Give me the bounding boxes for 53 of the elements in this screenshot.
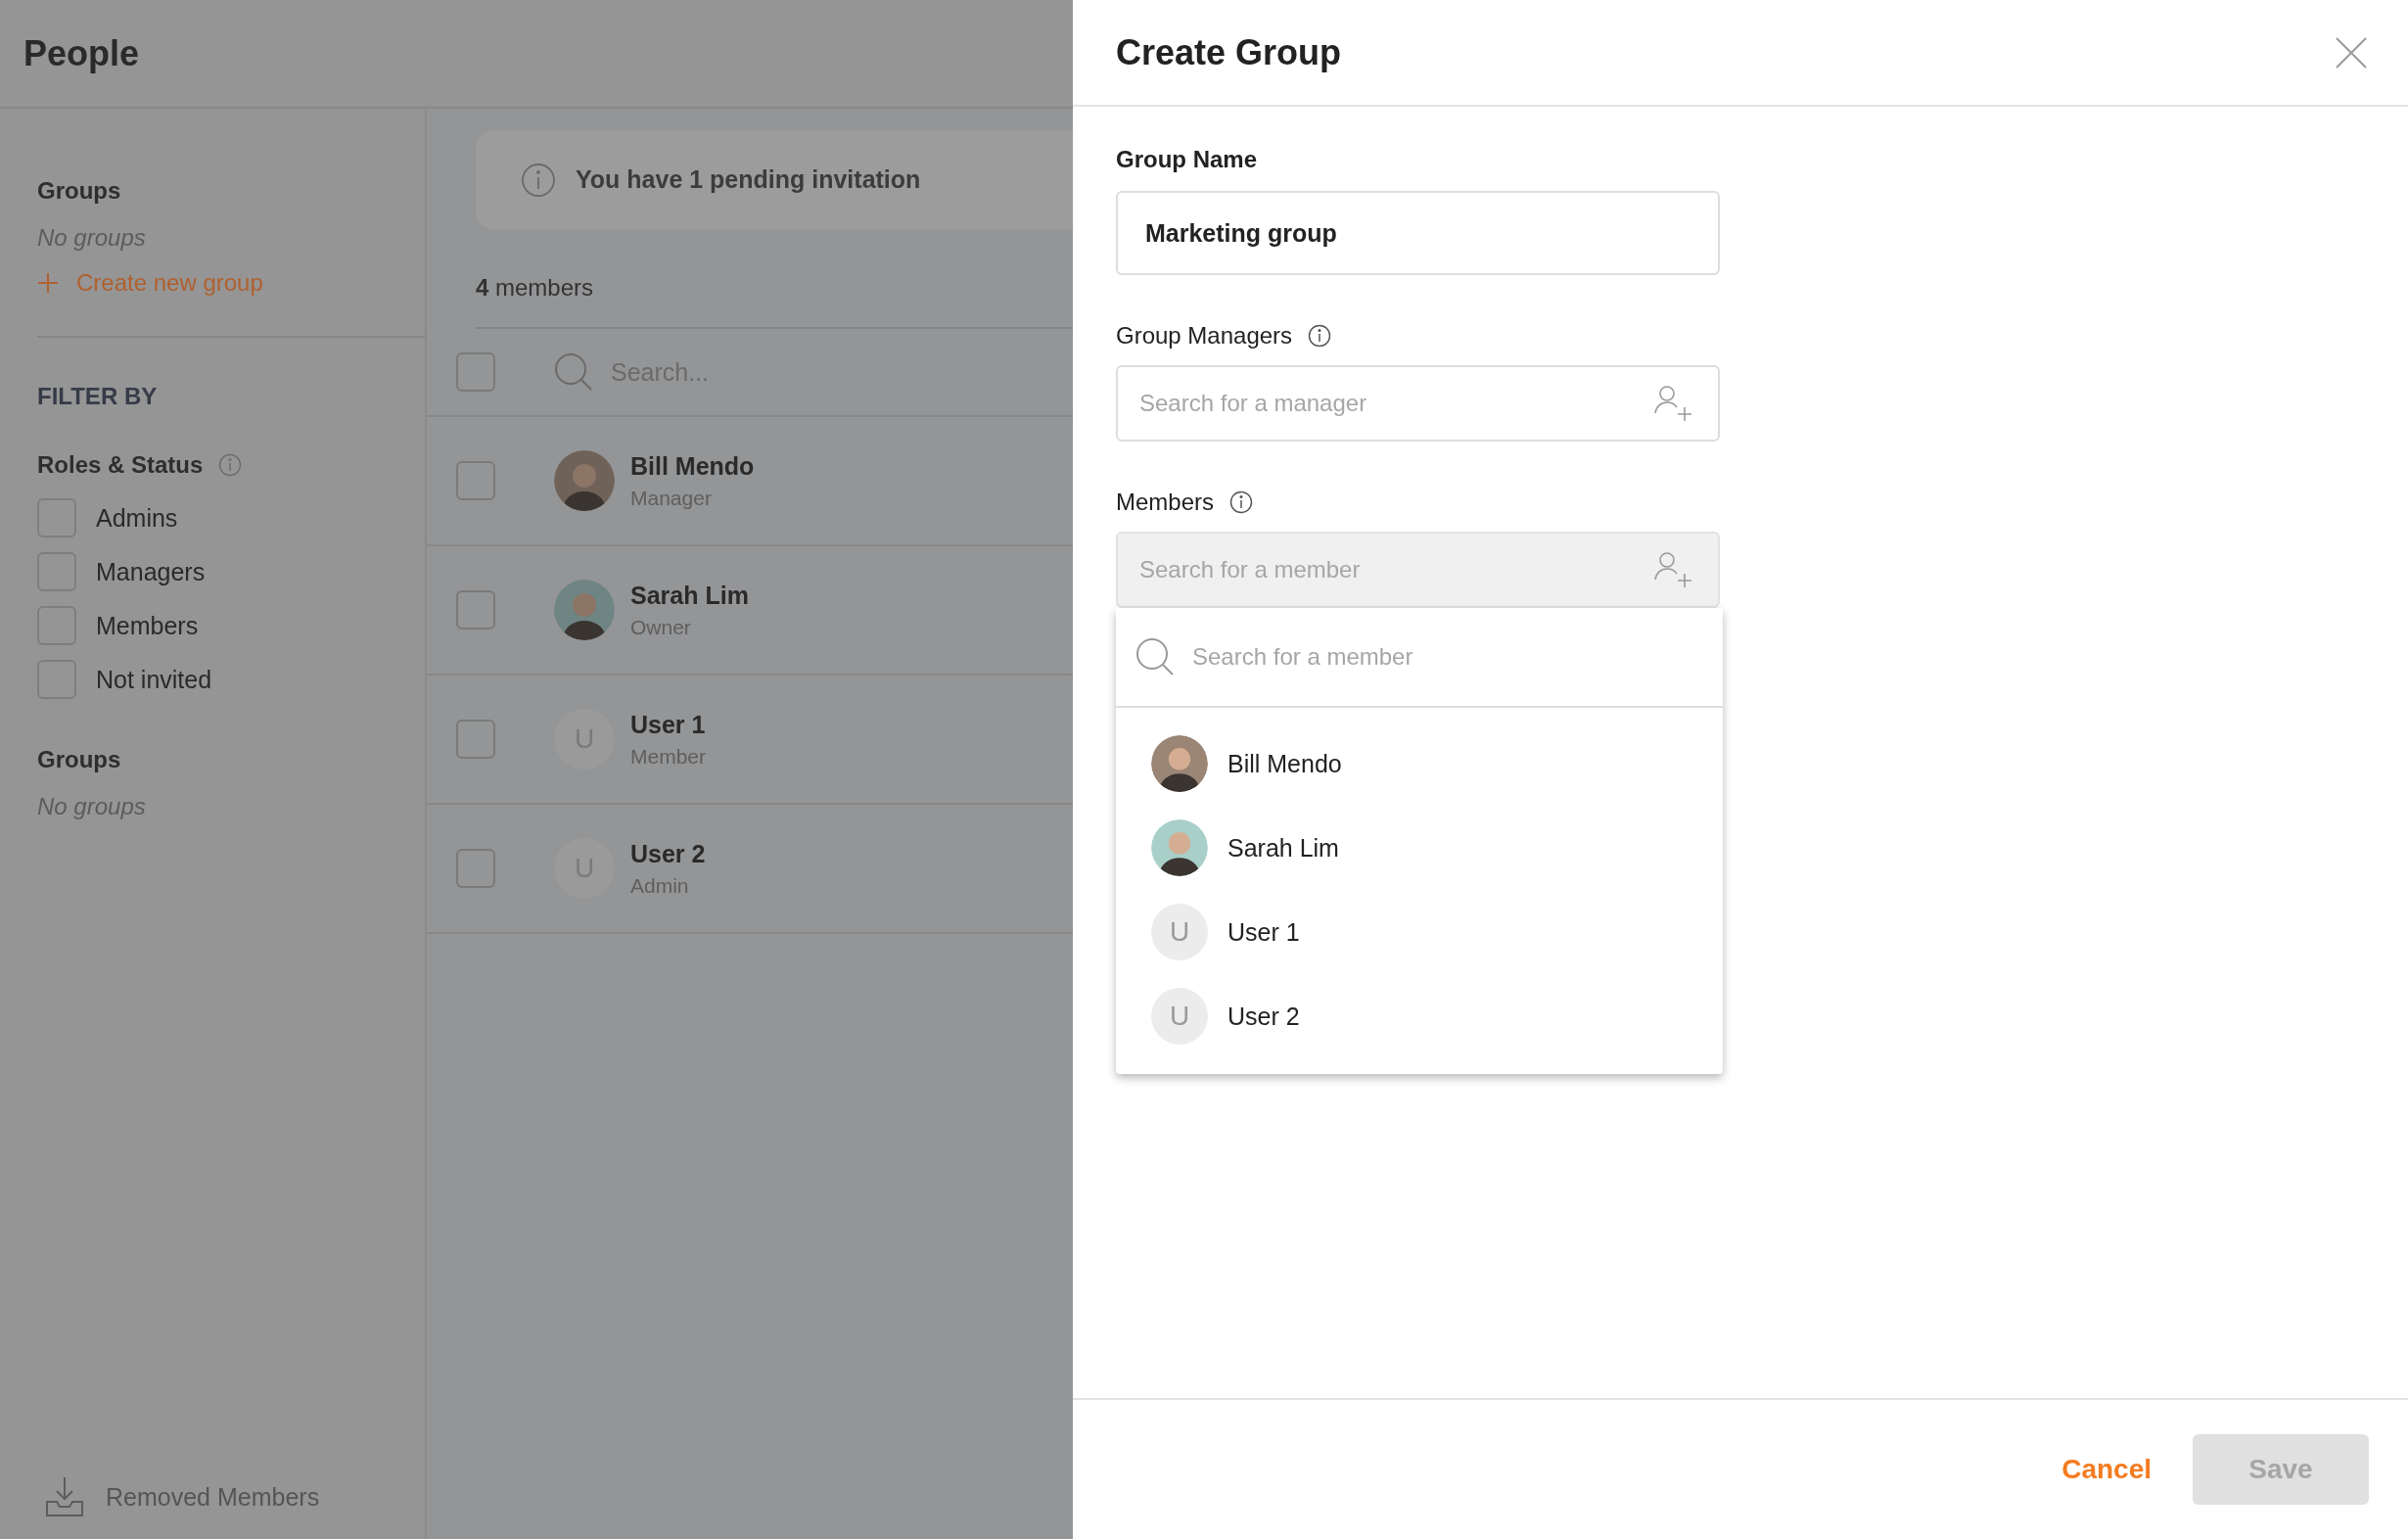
empty-text: No groups [37,224,147,252]
member-name: User 1 [630,710,707,739]
section-heading: Groups [37,177,122,205]
section-heading: Groups [37,746,122,773]
checkbox-label: Managers [96,557,206,586]
section-heading: Roles & Status [37,451,204,479]
member-name: Sarah Lim [630,581,749,610]
checkbox-label: Not invited [96,665,212,694]
close-icon[interactable] [2336,36,2367,69]
create-group-link[interactable]: Create new group [76,269,263,297]
member-option[interactable]: Bill Mendo [1116,722,1723,806]
group-name-field[interactable]: Marketing group [1116,191,1720,275]
member-name: User 2 [630,839,706,868]
checkbox[interactable] [456,461,495,500]
member-search-field[interactable]: Search for a member [1116,532,1720,608]
cancel-button[interactable]: Cancel [2061,1454,2152,1485]
search-icon [1135,637,1175,676]
select-all-checkbox[interactable] [456,352,495,392]
field-label: Group Name [1116,146,1258,173]
info-icon[interactable] [1229,490,1254,514]
checkbox-label: Members [96,611,199,640]
filter-heading: FILTER BY [37,383,159,410]
member-role: Manager [630,486,713,510]
member-role: Owner [630,615,692,639]
empty-text: No groups [37,793,147,820]
inbox-download-icon[interactable] [45,1476,84,1517]
checkbox-label: Admins [96,503,178,533]
avatar-initial: U [1151,988,1208,1045]
member-count: 4 members [476,274,1073,329]
member-name: Bill Mendo [630,451,755,481]
dropdown-search-field[interactable]: Search for a member [1116,608,1723,708]
add-person-icon[interactable] [1653,550,1692,589]
field-label: Group Managers [1116,322,1293,350]
member-role: Member [630,744,707,769]
field-label: Members [1116,489,1215,516]
notice-text: You have 1 pending invitation [576,165,921,194]
add-person-icon[interactable] [1653,384,1692,423]
info-icon [521,162,556,198]
search-icon [554,352,593,392]
avatar-initial: U [1151,904,1208,960]
info-icon[interactable] [1308,324,1332,348]
manager-search-field[interactable]: Search for a manager [1116,365,1720,442]
removed-members-link[interactable]: Removed Members [106,1482,320,1512]
member-option[interactable]: Sarah Lim [1116,806,1723,890]
checkbox[interactable] [456,720,495,759]
member-option[interactable]: U User 1 [1116,890,1723,974]
checkbox[interactable] [456,590,495,630]
page-title: People [23,32,140,74]
plus-icon[interactable] [37,272,59,294]
drawer-title: Create Group [1116,31,1342,73]
checkbox[interactable] [456,849,495,888]
member-option[interactable]: U User 2 [1116,974,1723,1058]
member-role: Admin [630,873,690,898]
